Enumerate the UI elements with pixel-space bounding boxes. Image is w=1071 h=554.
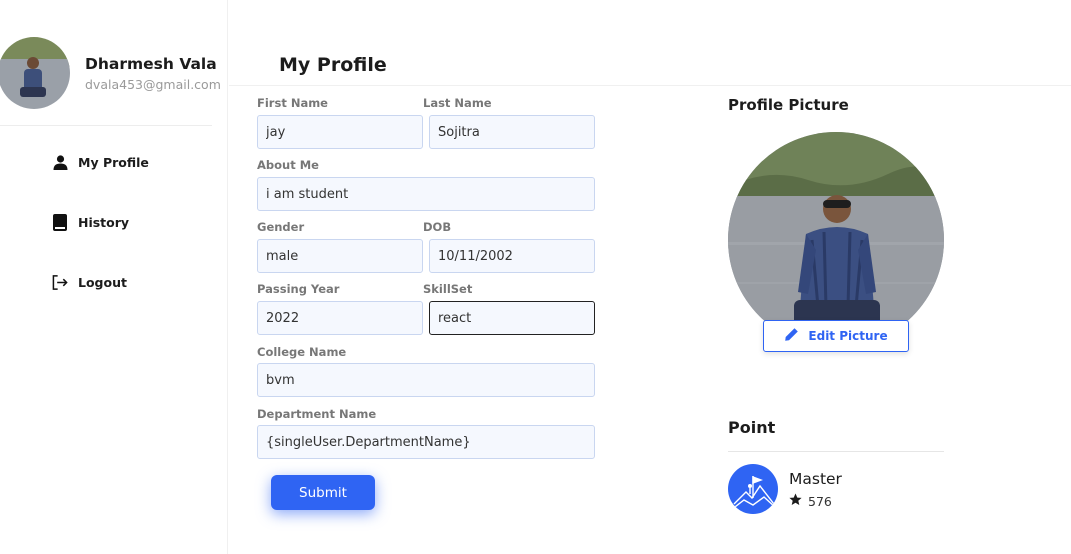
user-email: dvala453@gmail.com <box>85 77 221 92</box>
department-name-label: Department Name <box>257 407 377 421</box>
last-name-field[interactable] <box>429 115 595 149</box>
avatar <box>0 37 70 109</box>
gender-field[interactable] <box>257 239 423 273</box>
sidebar-divider <box>0 125 212 126</box>
sidebar-item-my-profile[interactable]: My Profile <box>52 153 149 171</box>
star-icon <box>789 493 802 509</box>
department-name-field[interactable] <box>257 425 595 459</box>
point-divider <box>728 451 944 452</box>
profile-page: Dharmesh Vala dvala453@gmail.com My Prof… <box>0 0 1071 554</box>
sidebar-item-label: History <box>78 214 130 230</box>
sidebar-item-history[interactable]: History <box>52 213 129 231</box>
book-icon <box>52 213 68 231</box>
submit-button[interactable]: Submit <box>271 475 375 510</box>
about-me-label: About Me <box>257 158 319 172</box>
user-icon <box>52 153 68 171</box>
dob-field[interactable] <box>429 239 595 273</box>
first-name-label: First Name <box>257 96 328 110</box>
sidebar-item-logout[interactable]: Logout <box>52 273 127 291</box>
gender-label: Gender <box>257 220 305 234</box>
points-value: 576 <box>808 493 832 509</box>
sidebar-item-label: My Profile <box>78 154 149 170</box>
point-title: Point <box>728 418 776 437</box>
header-divider <box>229 85 1071 86</box>
sidebar-item-label: Logout <box>78 274 127 290</box>
about-me-field[interactable] <box>257 177 595 211</box>
skillset-label: SkillSet <box>423 282 473 296</box>
passing-year-label: Passing Year <box>257 282 340 296</box>
college-name-field[interactable] <box>257 363 595 397</box>
passing-year-field[interactable] <box>257 301 423 335</box>
logout-icon <box>52 273 68 291</box>
rank-points: 576 <box>789 493 832 509</box>
user-card: Dharmesh Vala dvala453@gmail.com <box>0 37 228 125</box>
page-title: My Profile <box>279 54 387 76</box>
profile-picture-title: Profile Picture <box>728 96 849 114</box>
user-name: Dharmesh Vala <box>85 55 217 73</box>
first-name-field[interactable] <box>257 115 423 149</box>
dob-label: DOB <box>423 220 452 234</box>
profile-picture <box>728 132 944 348</box>
last-name-label: Last Name <box>423 96 492 110</box>
edit-picture-button[interactable]: Edit Picture <box>763 320 909 352</box>
edit-picture-label: Edit Picture <box>808 329 888 343</box>
pencil-icon <box>784 327 799 345</box>
college-name-label: College Name <box>257 345 347 359</box>
sidebar: Dharmesh Vala dvala453@gmail.com My Prof… <box>0 0 228 554</box>
skillset-field[interactable] <box>429 301 595 335</box>
rank-badge-icon <box>728 464 778 514</box>
rank-name: Master <box>789 470 842 488</box>
